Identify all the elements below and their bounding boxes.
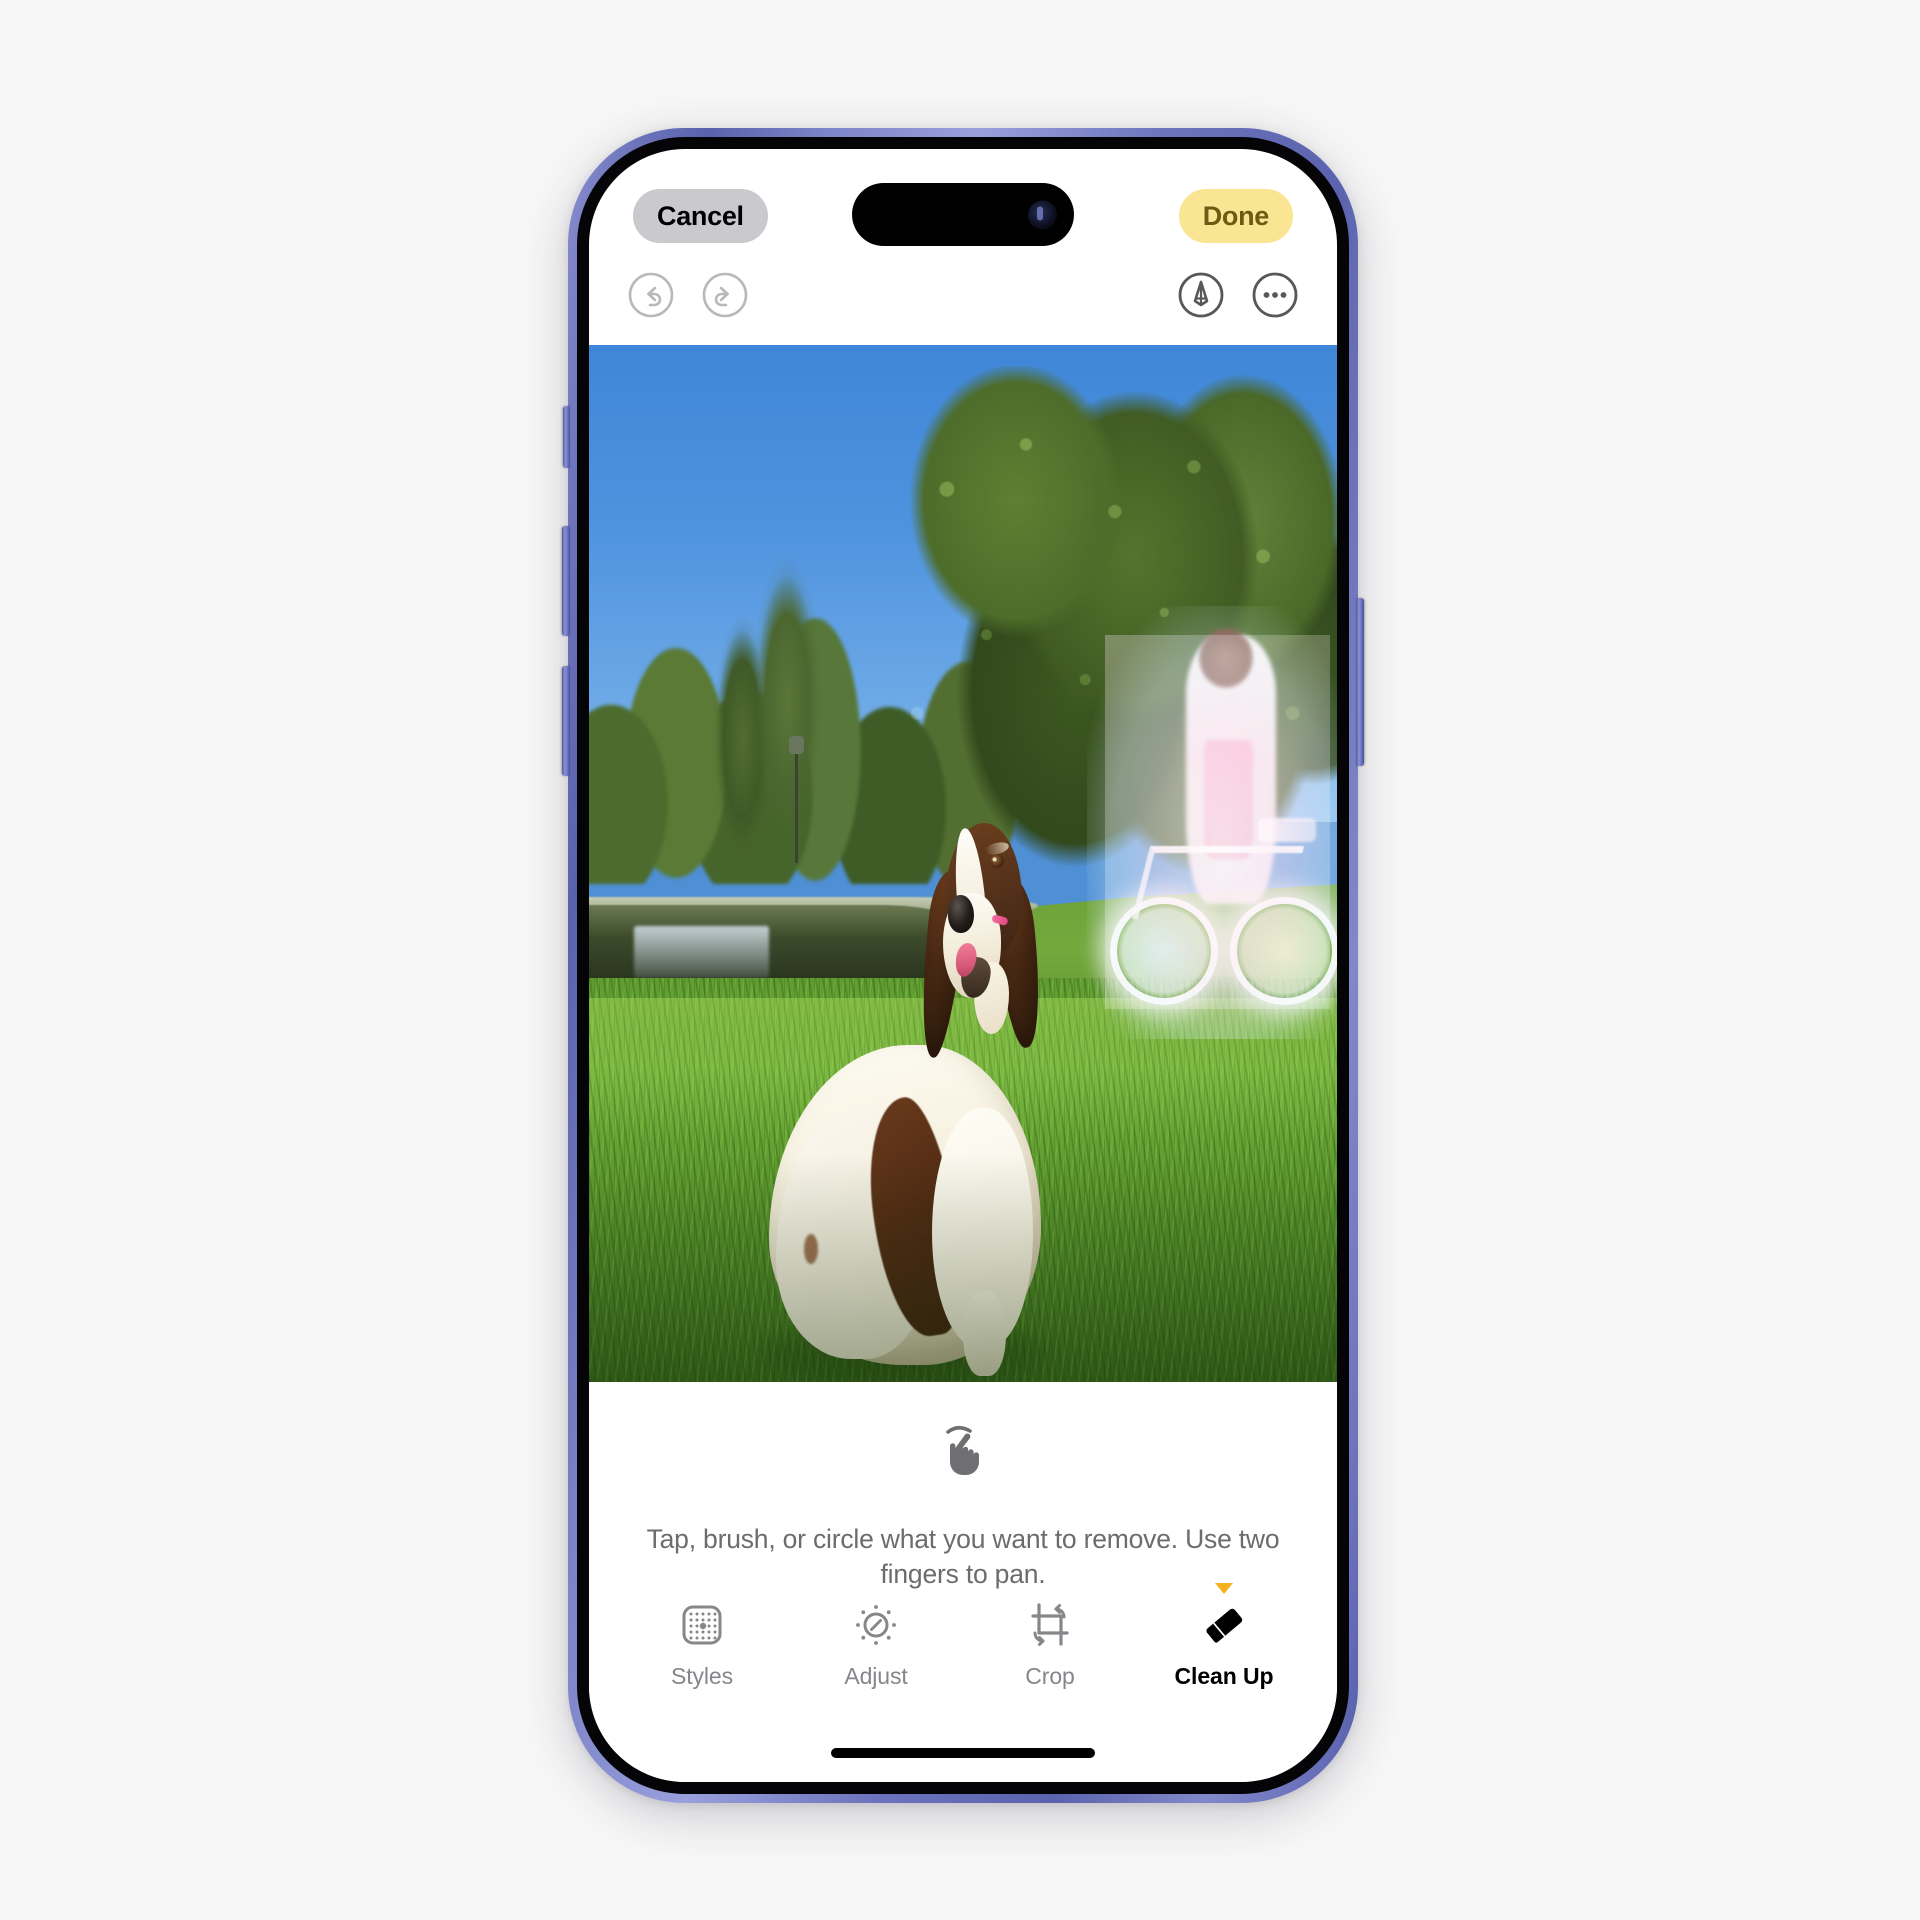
tab-label-clean-up: Clean Up xyxy=(1174,1663,1274,1689)
crop-rotate-icon xyxy=(1025,1597,1075,1653)
editor-tool-bar xyxy=(589,261,1337,337)
tab-label-styles: Styles xyxy=(670,1663,734,1689)
styles-grid-icon xyxy=(677,1597,727,1653)
iphone-device: Cancel Done Tap, brush, or circle what y… xyxy=(562,128,1364,1803)
edited-photo xyxy=(589,345,1337,1382)
dog-head xyxy=(914,823,1048,1063)
tab-styles[interactable]: Styles xyxy=(644,1597,760,1690)
more-ellipsis-icon[interactable] xyxy=(1249,269,1301,321)
eraser-icon xyxy=(1199,1597,1249,1653)
volume-up-button[interactable] xyxy=(562,526,570,636)
tab-label-crop: Crop xyxy=(1025,1663,1075,1689)
cancel-button[interactable]: Cancel xyxy=(633,189,768,243)
tab-crop[interactable]: Crop xyxy=(992,1597,1108,1690)
tap-brush-hand-icon xyxy=(932,1422,994,1489)
editor-tab-bar: Styles Adjust Crop Clean Up xyxy=(589,1578,1337,1690)
adjust-dial-icon xyxy=(851,1597,901,1653)
photo-canvas[interactable] xyxy=(589,345,1337,1382)
pond-reflection-highlight xyxy=(633,925,769,978)
bicycle-handlebar xyxy=(1257,818,1317,842)
power-button[interactable] xyxy=(1356,598,1364,766)
tab-clean-up[interactable]: Clean Up xyxy=(1166,1583,1282,1690)
tab-label-adjust: Adjust xyxy=(844,1663,908,1689)
cyclist-hair xyxy=(1199,627,1254,688)
volume-down-button[interactable] xyxy=(562,666,570,776)
bicycle-frame xyxy=(1131,845,1305,919)
active-tab-marker xyxy=(1215,1583,1233,1594)
markup-pen-icon[interactable] xyxy=(1175,269,1227,321)
device-screen: Cancel Done Tap, brush, or circle what y… xyxy=(589,149,1337,1782)
dog-nose xyxy=(948,894,975,934)
undo-arrow-icon[interactable] xyxy=(625,269,677,321)
editor-bottom-panel: Tap, brush, or circle what you want to r… xyxy=(589,1382,1337,1782)
front-camera-lens-icon xyxy=(1028,200,1057,229)
redo-arrow-icon[interactable] xyxy=(699,269,751,321)
screenshot-stage: Cancel Done Tap, brush, or circle what y… xyxy=(0,0,1920,1920)
done-button[interactable]: Done xyxy=(1178,189,1293,243)
foreground-shadow xyxy=(589,1153,1337,1382)
home-indicator[interactable] xyxy=(831,1748,1095,1758)
tab-adjust[interactable]: Adjust xyxy=(818,1597,934,1690)
silent-switch-button[interactable] xyxy=(563,406,570,468)
gesture-hint-row xyxy=(589,1422,1337,1489)
dynamic-island xyxy=(852,183,1074,246)
